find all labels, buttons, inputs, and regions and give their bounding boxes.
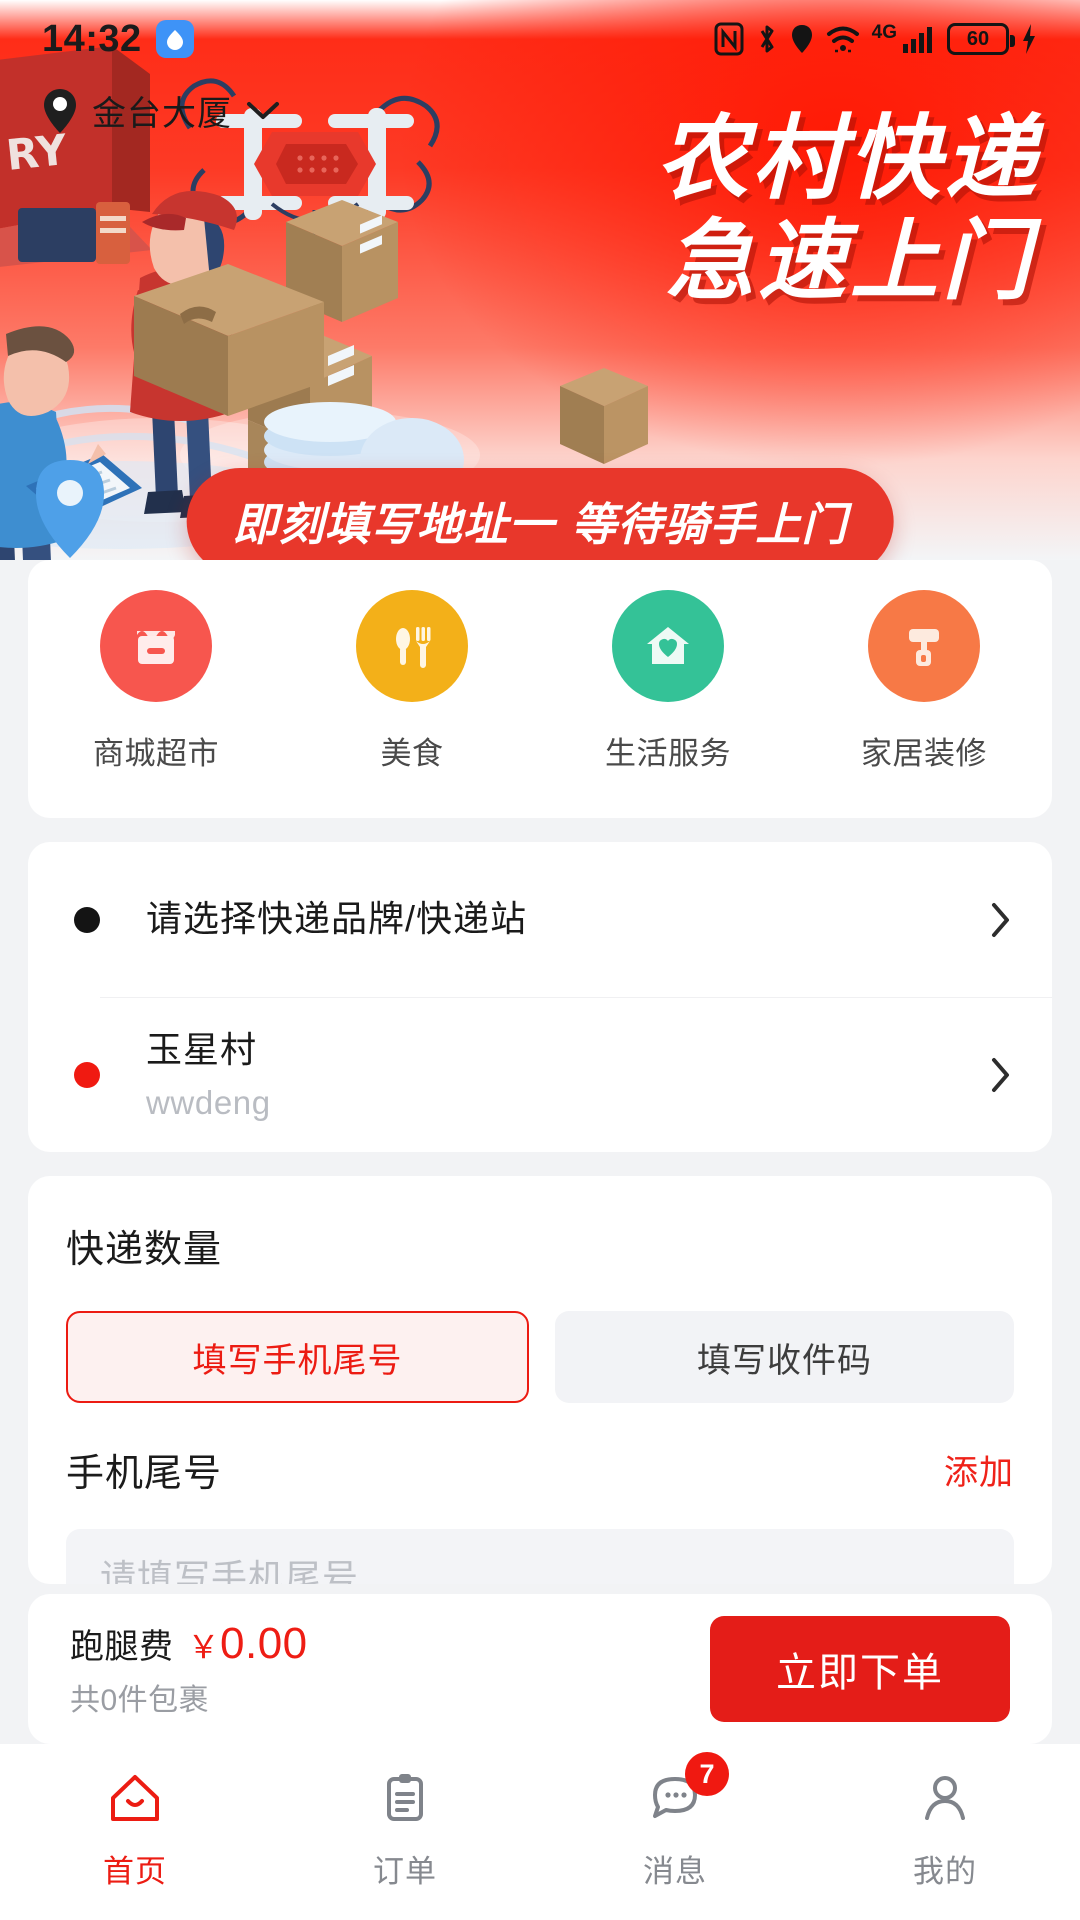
fee-block: 跑腿费 ￥0.00 共0件包裹 <box>70 1619 308 1719</box>
store-icon <box>100 590 212 702</box>
destination-subtitle: wwdeng <box>146 1083 271 1121</box>
category-grid: 商城超市 美食 生活服务 家居装修 <box>28 590 1052 773</box>
paint-roller-icon <box>868 590 980 702</box>
origin-dot-icon <box>74 906 100 933</box>
nfc-icon <box>714 22 744 56</box>
category-label: 美食 <box>380 736 444 771</box>
express-brand-title: 请选择快递品牌/快递站 <box>146 898 528 940</box>
status-bar: 14:32 4G 60 <box>0 0 1080 78</box>
fee-amount: ￥0.00 <box>188 1619 308 1669</box>
location-icon <box>790 23 814 55</box>
network-label: 4G <box>871 22 897 43</box>
signal-icon <box>902 24 936 54</box>
category-label: 家居装修 <box>861 736 987 771</box>
phone-suffix-section: 手机尾号 添加 请填写手机尾号 <box>28 1424 1052 1584</box>
hero-banner: RY 14:32 4G 60 金台大厦 农村快递 急速上门 即刻填写地址一 等待… <box>0 0 1080 560</box>
category-item-life-service[interactable]: 生活服务 <box>540 590 796 773</box>
clipboard-icon <box>373 1766 437 1830</box>
destination-address-row[interactable]: 玉星村 wwdeng <box>28 997 1052 1152</box>
nav-item-messages[interactable]: 7 消息 <box>540 1752 810 1891</box>
headline-line-2: 急速上门 <box>665 208 1034 312</box>
category-card: 商城超市 美食 生活服务 家居装修 <box>28 560 1052 818</box>
status-bar-left: 14:32 <box>42 18 194 61</box>
nav-item-orders[interactable]: 订单 <box>270 1766 540 1891</box>
banner-cta-pill[interactable]: 即刻填写地址一 等待骑手上门 <box>186 468 894 560</box>
address-card: 请选择快递品牌/快递站 玉星村 wwdeng <box>28 842 1052 1152</box>
destination-dot-icon <box>74 1061 100 1088</box>
message-badge: 7 <box>685 1752 729 1796</box>
nav-label: 消息 <box>643 1854 707 1889</box>
chevron-down-icon[interactable] <box>246 100 280 122</box>
app-screen: RY 14:32 4G 60 金台大厦 农村快递 急速上门 即刻填写地址一 等待… <box>0 0 1080 1920</box>
nav-label: 订单 <box>373 1854 437 1889</box>
status-bar-right: 4G 60 <box>714 22 1038 56</box>
house-heart-icon <box>612 590 724 702</box>
nav-label: 我的 <box>913 1854 977 1889</box>
nav-item-home[interactable]: 首页 <box>0 1766 270 1891</box>
status-time: 14:32 <box>42 17 142 60</box>
fee-value: 0.00 <box>220 1619 308 1668</box>
currency-symbol: ￥ <box>187 1629 221 1665</box>
nav-item-profile[interactable]: 我的 <box>810 1766 1080 1891</box>
phone-suffix-label: 手机尾号 <box>66 1453 223 1495</box>
order-summary-bar: 跑腿费 ￥0.00 共0件包裹 立即下单 <box>28 1594 1052 1744</box>
entry-mode-tabs: 填写手机尾号 填写收件码 <box>66 1311 1014 1403</box>
wifi-icon <box>825 23 861 55</box>
location-name: 金台大厦 <box>92 95 232 133</box>
place-order-button[interactable]: 立即下单 <box>710 1616 1010 1722</box>
nav-label: 首页 <box>103 1854 167 1889</box>
express-brand-row[interactable]: 请选择快递品牌/快递站 <box>28 842 1052 998</box>
category-label: 生活服务 <box>605 736 731 771</box>
bottom-navigation: 首页 订单 7 消息 我的 <box>0 1744 1080 1920</box>
category-label: 商城超市 <box>93 736 219 771</box>
battery-icon: 60 <box>947 23 1015 55</box>
person-icon <box>913 1766 977 1830</box>
home-icon <box>103 1766 167 1830</box>
category-item-store[interactable]: 商城超市 <box>28 590 284 773</box>
add-phone-suffix-button[interactable]: 添加 <box>944 1445 1014 1494</box>
category-item-home-renovation[interactable]: 家居装修 <box>796 590 1052 773</box>
phone-suffix-input[interactable]: 请填写手机尾号 <box>66 1529 1014 1584</box>
quantity-title: 快递数量 <box>66 1229 223 1271</box>
chevron-right-icon[interactable] <box>978 901 1012 939</box>
phone-suffix-header: 手机尾号 添加 <box>66 1424 1014 1497</box>
chat-icon: 7 <box>643 1752 729 1830</box>
cutlery-icon <box>356 590 468 702</box>
fee-label: 跑腿费 <box>70 1628 174 1666</box>
destination-address-body: 玉星村 wwdeng <box>100 1027 978 1122</box>
destination-title: 玉星村 <box>146 1029 258 1071</box>
fee-line: 跑腿费 ￥0.00 <box>70 1619 308 1669</box>
banner-cta-text: 即刻填写地址一 等待骑手上门 <box>232 498 848 551</box>
bluetooth-icon <box>755 22 779 56</box>
tab-phone-suffix[interactable]: 填写手机尾号 <box>66 1311 529 1403</box>
location-selector[interactable]: 金台大厦 <box>42 86 280 135</box>
battery-level: 60 <box>966 28 990 50</box>
headline-line-1: 农村快递 <box>655 105 1040 212</box>
banner-headline: 农村快递 急速上门 <box>656 112 1040 306</box>
tab-pickup-code[interactable]: 填写收件码 <box>555 1311 1014 1403</box>
express-brand-body: 请选择快递品牌/快递站 <box>100 896 978 943</box>
location-pin-icon <box>42 88 78 134</box>
category-item-food[interactable]: 美食 <box>284 590 540 773</box>
package-count: 共0件包裹 <box>70 1684 210 1717</box>
chevron-right-icon[interactable] <box>978 1056 1012 1094</box>
charging-icon <box>1020 22 1038 56</box>
cloud-icon <box>155 20 194 58</box>
